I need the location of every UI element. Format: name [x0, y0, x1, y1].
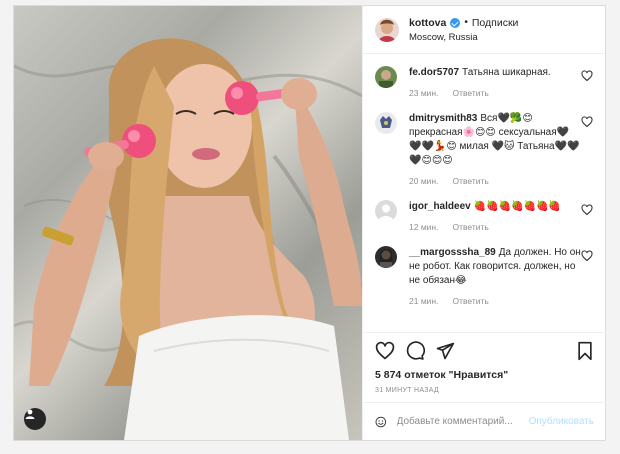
comment-item: __margosssha_89 Да должен. Но он не робот…: [363, 246, 605, 308]
comment-username[interactable]: __margosssha_89: [409, 247, 496, 258]
comment-username[interactable]: igor_haldeev: [409, 201, 471, 212]
comment-time[interactable]: 23 мин.: [409, 86, 438, 100]
post-time[interactable]: 31 минут назад: [375, 387, 594, 394]
reply-button[interactable]: Ответить: [452, 174, 488, 188]
commenter-avatar[interactable]: [375, 66, 397, 88]
commenter-avatar[interactable]: [375, 112, 397, 134]
comment-time[interactable]: 20 мин.: [409, 174, 438, 188]
comment-item: dmitrysmith83 Вся🖤🥦😊 прекрасная🌸😊😊 сексуа…: [363, 112, 605, 188]
like-comment-heart-icon[interactable]: [581, 116, 593, 128]
comment-time[interactable]: 12 мин.: [409, 220, 438, 234]
add-comment-bar: Опубликовать: [363, 402, 606, 440]
post-modal: kottova • Подписки Moscow, Russia fe.dor…: [13, 5, 606, 441]
comment-text: 🍓🍓🍓🍓🍓🍓🍓: [473, 201, 561, 212]
verified-icon: [450, 17, 461, 28]
post-actions: 5 874 отметок "Нравится" 31 минут назад: [363, 332, 606, 394]
comment-username[interactable]: dmitrysmith83: [409, 113, 477, 124]
follow-button[interactable]: Подписки: [472, 17, 519, 29]
comments-list[interactable]: fe.dor5707 Татьяна шикарная. 23 мин. Ответ…: [363, 54, 605, 332]
comment-username[interactable]: fe.dor5707: [409, 67, 459, 78]
commenter-avatar[interactable]: [375, 200, 397, 222]
like-comment-heart-icon[interactable]: [581, 204, 593, 216]
photo-illustration: [14, 38, 362, 440]
reply-button[interactable]: Ответить: [452, 294, 488, 308]
share-icon[interactable]: [435, 341, 455, 361]
like-comment-heart-icon[interactable]: [581, 70, 593, 82]
user-tag-icon[interactable]: [24, 408, 46, 430]
reply-button[interactable]: Ответить: [452, 220, 488, 234]
like-comment-heart-icon[interactable]: [581, 250, 593, 262]
heart-icon[interactable]: [375, 341, 395, 361]
comment-item: igor_haldeev 🍓🍓🍓🍓🍓🍓🍓 12 мин. Ответить: [363, 200, 605, 234]
likes-count[interactable]: 5 874 отметок "Нравится": [375, 369, 594, 381]
post-location[interactable]: Moscow, Russia: [409, 32, 518, 43]
publish-button[interactable]: Опубликовать: [529, 416, 594, 427]
author-username[interactable]: kottova: [409, 17, 446, 29]
bookmark-icon[interactable]: [576, 341, 594, 361]
commenter-avatar[interactable]: [375, 246, 397, 268]
post-sidebar: kottova • Подписки Moscow, Russia fe.dor…: [362, 6, 606, 440]
comment-icon[interactable]: [405, 341, 425, 361]
separator-dot: •: [464, 17, 468, 28]
comment-time[interactable]: 21 мин.: [409, 294, 438, 308]
comment-input[interactable]: [396, 416, 529, 427]
author-avatar[interactable]: [375, 17, 399, 42]
reply-button[interactable]: Ответить: [452, 86, 488, 100]
emoji-icon[interactable]: [375, 413, 387, 431]
comment-text: Татьяна шикарная.: [462, 67, 551, 78]
post-header: kottova • Подписки Moscow, Russia: [363, 6, 605, 54]
post-photo[interactable]: [14, 6, 362, 440]
comment-item: fe.dor5707 Татьяна шикарная. 23 мин. Ответ…: [363, 66, 605, 100]
